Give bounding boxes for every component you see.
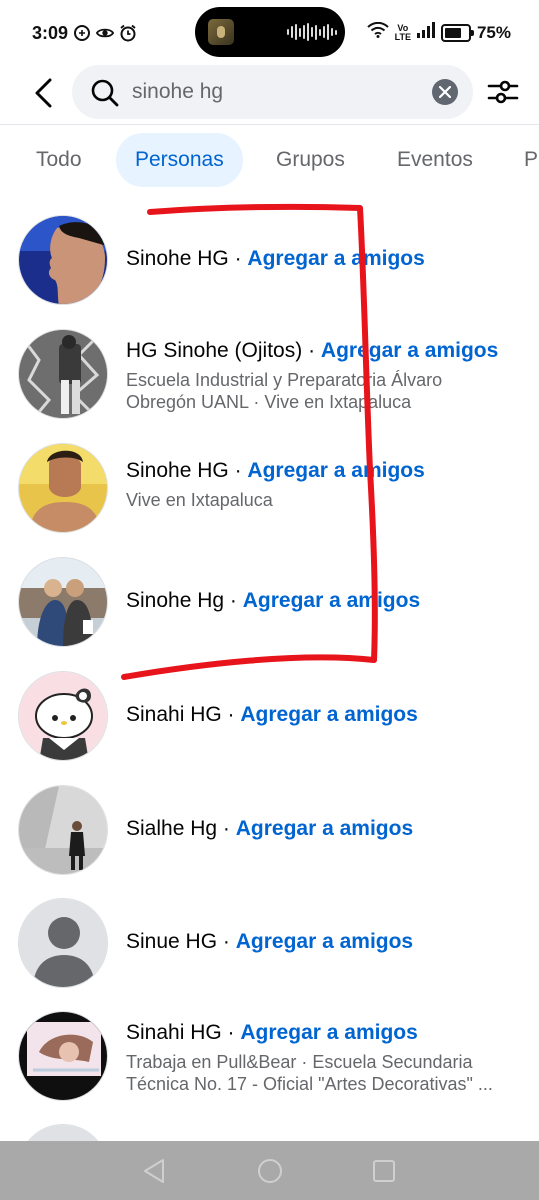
tab-more[interactable]: P <box>524 133 538 187</box>
search-input[interactable] <box>132 65 422 119</box>
status-left-icons <box>73 24 137 42</box>
status-right-icons: Vo LTE 75% <box>366 21 511 43</box>
result-name[interactable]: Sinahi HG <box>126 703 222 726</box>
tab-eventos[interactable]: Eventos <box>397 133 473 187</box>
search-icon <box>90 78 120 113</box>
result-info: Sinahi HG · Agregar a amigos <box>126 703 418 726</box>
avatar[interactable] <box>18 785 108 875</box>
wifi-icon <box>366 21 389 43</box>
avatar[interactable] <box>18 1011 108 1101</box>
filter-sliders-icon <box>487 80 519 104</box>
square-recents-icon <box>373 1160 395 1182</box>
add-friend-link[interactable]: Agregar a amigos <box>240 1021 417 1044</box>
signal-icon <box>416 22 435 43</box>
add-friend-link[interactable]: Agregar a amigos <box>247 459 424 482</box>
nav-recents-button[interactable] <box>370 1157 398 1185</box>
result-info: Sinahi HG · Agregar a amigos Trabaja en … <box>126 1021 526 1095</box>
clear-icon <box>439 86 451 98</box>
nav-back-button[interactable] <box>140 1157 168 1185</box>
add-friend-link[interactable]: Agregar a amigos <box>243 589 420 612</box>
result-row[interactable]: Sinahi HG · Agregar a amigos Trabaja en … <box>0 1010 539 1102</box>
audio-wave-icon <box>287 23 337 41</box>
status-bar: 3:09 Vo LTE 75% <box>0 0 539 64</box>
add-friend-link[interactable]: Agregar a amigos <box>236 817 413 840</box>
add-friend-link[interactable]: Agregar a amigos <box>236 930 413 953</box>
avatar[interactable] <box>18 1124 108 1141</box>
avatar[interactable] <box>18 215 108 305</box>
result-info: Sinohe Hg · Agregar a amigos <box>126 589 421 612</box>
battery-percent: 75% <box>476 22 511 42</box>
header-divider <box>0 124 539 125</box>
result-info: Sinohe HG · Agregar a amigos <box>126 247 425 270</box>
result-subtitle: Escuela Industrial y Preparatoria Álvaro <box>126 370 443 390</box>
eye-icon <box>96 24 114 42</box>
result-name[interactable]: Sinohe Hg <box>126 589 224 612</box>
add-friend-link[interactable]: Agregar a amigos <box>240 703 417 726</box>
result-info: Sinue HG · Agregar a amigos <box>126 930 414 953</box>
tab-grupos[interactable]: Grupos <box>276 133 345 187</box>
result-subtitle: Trabaja en Pull&Bear · Escuela Secundari… <box>126 1052 473 1072</box>
tab-personas[interactable]: Personas <box>116 133 243 187</box>
filter-button[interactable] <box>485 74 521 110</box>
nav-home-button[interactable] <box>256 1157 284 1185</box>
triangle-back-icon <box>144 1159 164 1183</box>
add-friend-link[interactable]: Agregar a amigos <box>321 339 498 362</box>
tab-todo[interactable]: Todo <box>36 133 82 187</box>
result-row[interactable]: HG Sinohe (Ojitos) · Agregar a amigos Es… <box>0 328 539 420</box>
avatar[interactable] <box>18 443 108 533</box>
back-button[interactable] <box>26 73 62 113</box>
result-row[interactable]: Sinahi HG · Agregar a amigos <box>0 670 539 762</box>
person-placeholder-icon <box>19 899 107 987</box>
avatar[interactable] <box>18 557 108 647</box>
result-subtitle: Obregón UANL · Vive en Ixtapaluca <box>126 392 412 412</box>
result-row[interactable]: Sinue HG · Agregar a amigos <box>0 897 539 989</box>
media-thumbnail <box>208 19 234 45</box>
avatar[interactable] <box>18 671 108 761</box>
data-saver-icon <box>73 24 91 42</box>
result-subtitle: Vive en Ixtapaluca <box>126 490 273 510</box>
filter-tabs: Todo Personas Grupos Eventos P <box>0 133 539 187</box>
result-name[interactable]: Sinohe HG <box>126 247 229 270</box>
default-avatar[interactable] <box>18 898 108 988</box>
clear-search-button[interactable] <box>432 79 458 105</box>
alarm-icon <box>119 24 137 42</box>
add-friend-link[interactable]: Agregar a amigos <box>247 247 424 270</box>
result-info: Sialhe Hg · Agregar a amigos <box>126 817 414 840</box>
result-name[interactable]: Sialhe Hg <box>126 817 217 840</box>
dynamic-island[interactable] <box>195 7 345 57</box>
result-name[interactable]: Sinahi HG <box>126 1021 222 1044</box>
battery-icon <box>440 23 474 42</box>
system-navigation-bar <box>0 1141 539 1200</box>
result-name[interactable]: Sinue HG <box>126 930 217 953</box>
avatar[interactable] <box>18 329 108 419</box>
back-arrow-icon <box>35 78 52 108</box>
result-row[interactable]: Sinohe Hg · Agregar a amigos <box>0 556 539 648</box>
search-bar[interactable] <box>72 65 473 119</box>
volte-indicator: Vo LTE <box>394 22 411 42</box>
result-name[interactable]: Sinohe HG <box>126 459 229 482</box>
result-row-partial[interactable] <box>0 1124 539 1141</box>
status-time: 3:09 <box>32 23 69 43</box>
result-row[interactable]: Sinohe HG · Agregar a amigos Vive en Ixt… <box>0 442 539 534</box>
circle-home-icon <box>258 1159 282 1183</box>
result-info: Sinohe HG · Agregar a amigos Vive en Ixt… <box>126 459 526 511</box>
result-row[interactable]: Sialhe Hg · Agregar a amigos <box>0 784 539 876</box>
result-row[interactable]: Sinohe HG · Agregar a amigos <box>0 214 539 306</box>
result-subtitle: Técnica No. 17 - Oficial "Artes Decorati… <box>126 1074 493 1094</box>
result-name[interactable]: HG Sinohe (Ojitos) <box>126 339 302 362</box>
result-info: HG Sinohe (Ojitos) · Agregar a amigos Es… <box>126 339 526 413</box>
